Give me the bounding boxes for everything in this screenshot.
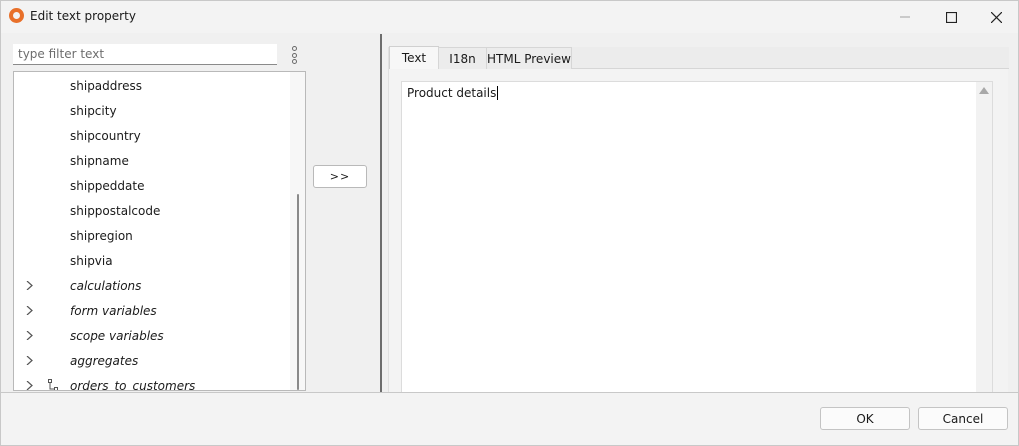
title-bar: Edit text property — [1, 1, 1018, 33]
tree-scrollbar[interactable] — [290, 72, 305, 390]
editor-tabs: Text I18n HTML Preview Product details — [388, 46, 1009, 393]
tree-item-label: calculations — [70, 278, 142, 293]
tree-item-label: shipregion — [70, 228, 133, 243]
chevron-right-icon[interactable] — [25, 281, 34, 290]
tree-item-label: shipvia — [70, 253, 113, 268]
tree-item-label: shipcity — [70, 103, 117, 118]
tree-item[interactable]: form variables — [14, 298, 290, 323]
tree-item-label: form variables — [70, 303, 157, 318]
tree-item-label: shippostalcode — [70, 203, 161, 218]
tree-item-label: orders_to_customers — [70, 378, 196, 391]
scroll-up-icon[interactable] — [979, 87, 989, 94]
tree-item[interactable]: shipregion — [14, 223, 290, 248]
close-button[interactable] — [973, 1, 1019, 33]
minimize-button[interactable] — [882, 1, 928, 33]
tab-text[interactable]: Text — [389, 46, 439, 69]
editor-scrollbar[interactable] — [976, 82, 992, 393]
tree-item-label: shipcountry — [70, 128, 141, 143]
tree-item[interactable]: shipname — [14, 148, 290, 173]
tree-item[interactable]: shipcountry — [14, 123, 290, 148]
editor-content[interactable]: Product details — [407, 86, 499, 100]
chevron-right-icon[interactable] — [25, 356, 34, 365]
tree-item[interactable]: shipaddress — [14, 73, 290, 98]
text-caret — [497, 86, 499, 100]
filter-menu-icon[interactable] — [289, 46, 299, 64]
tree-item-label: shipname — [70, 153, 129, 168]
tab-i18n[interactable]: I18n — [438, 47, 487, 69]
chevron-right-icon[interactable] — [25, 331, 34, 340]
tree-item-label: shippeddate — [70, 178, 145, 193]
tree-item-label: aggregates — [70, 353, 139, 368]
maximize-button[interactable] — [928, 1, 974, 33]
minimize-icon — [900, 16, 910, 18]
window-title: Edit text property — [30, 9, 136, 23]
filter-input[interactable] — [13, 44, 277, 65]
tree-item[interactable]: calculations — [14, 273, 290, 298]
tree-item[interactable]: shipvia — [14, 248, 290, 273]
add-field-button[interactable]: >> — [313, 165, 367, 188]
tree-item[interactable]: aggregates — [14, 348, 290, 373]
editor-panel: Text I18n HTML Preview Product details — [380, 34, 1018, 393]
cancel-button[interactable]: Cancel — [918, 407, 1008, 430]
close-icon — [990, 11, 1002, 23]
edit-text-property-dialog: Edit text property shipaddressshipcitysh… — [0, 0, 1019, 446]
tab-bar: Text I18n HTML Preview — [389, 46, 1009, 69]
tree-item[interactable]: shippeddate — [14, 173, 290, 198]
tree-item[interactable]: shipcity — [14, 98, 290, 123]
tab-html-preview[interactable]: HTML Preview — [486, 47, 572, 69]
editor-text-value: Product details — [407, 86, 497, 100]
tree-item-label: shipaddress — [70, 78, 142, 93]
app-logo-icon — [9, 8, 24, 23]
ok-button[interactable]: OK — [820, 407, 910, 430]
tree-item-label: scope variables — [70, 328, 164, 343]
tree-item[interactable]: shippostalcode — [14, 198, 290, 223]
tree-scrollbar-thumb[interactable] — [297, 194, 299, 390]
chevron-right-icon[interactable] — [25, 381, 34, 390]
text-editor[interactable]: Product details — [401, 81, 993, 393]
maximize-icon — [945, 11, 957, 23]
data-provider-tree: shipaddress shipcity shipcountry shipname sh… — [13, 71, 306, 391]
tree-item[interactable]: orders_to_customers — [14, 373, 290, 391]
chevron-right-icon[interactable] — [25, 306, 34, 315]
tree-item[interactable]: scope variables — [14, 323, 290, 348]
relation-icon — [48, 379, 58, 390]
